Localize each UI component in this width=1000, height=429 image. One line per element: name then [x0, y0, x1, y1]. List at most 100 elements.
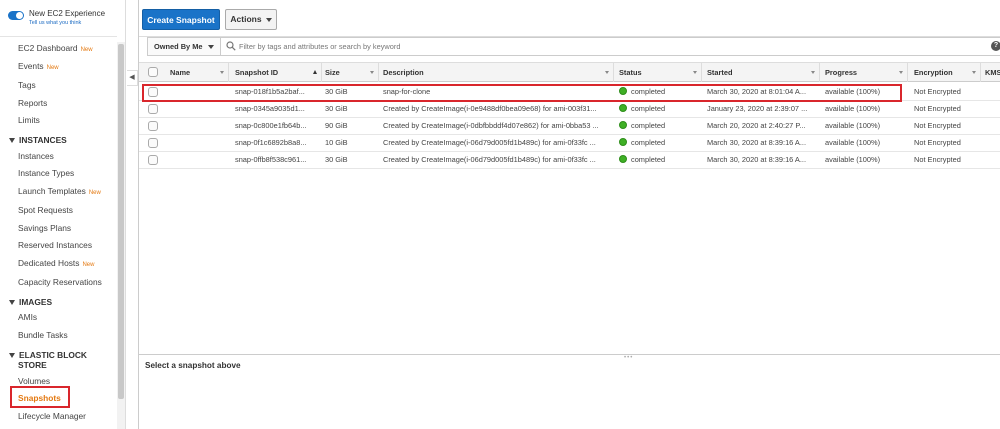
table-row[interactable]: snap-0345a9035d1... 30 GiB Created by Cr…	[139, 101, 1000, 118]
table-row[interactable]: snap-0ffb8f538c961... 30 GiB Created by …	[139, 152, 1000, 169]
section-elastic-block-store-line2: STORE	[18, 360, 47, 370]
sort-ascending-icon	[313, 70, 317, 74]
sidebar-item-reserved-instances[interactable]: Reserved Instances	[18, 240, 92, 250]
sidebar: New EC2 Experience Tell us what you thin…	[0, 0, 126, 429]
cell-snapshot-id: snap-0c800e1fb64b...	[235, 121, 307, 130]
sidebar-item-instances[interactable]: Instances	[18, 151, 54, 161]
sidebar-item-spot-requests[interactable]: Spot Requests	[18, 205, 73, 215]
table-row[interactable]: snap-0f1c6892b8a8... 10 GiB Created by C…	[139, 135, 1000, 152]
cell-size: 10 GiB	[325, 138, 348, 147]
cell-status: completed	[616, 135, 702, 151]
column-header-name[interactable]: Name	[167, 63, 229, 82]
new-badge: New	[88, 190, 101, 196]
toggle-switch-icon[interactable]	[8, 11, 24, 20]
sidebar-item-limits[interactable]: Limits	[18, 115, 40, 125]
create-snapshot-button[interactable]: Create Snapshot	[142, 9, 220, 30]
section-elastic-block-store[interactable]: ELASTIC BLOCK	[9, 350, 87, 360]
table-row[interactable]: snap-0c800e1fb64b... 90 GiB Created by C…	[139, 118, 1000, 135]
sidebar-item-ec2-dashboard[interactable]: EC2 Dashboard New	[18, 43, 93, 55]
collapse-sidebar-icon[interactable]: ◀	[127, 70, 138, 86]
sort-icon	[899, 71, 903, 74]
actions-button[interactable]: Actions	[225, 9, 277, 30]
cell-description: Created by CreateImage(i-0e9488df0bea09e…	[383, 104, 597, 113]
sidebar-item-amis[interactable]: AMIs	[18, 312, 37, 322]
column-header-kms[interactable]: KMS	[982, 63, 1000, 82]
sidebar-scrollbar[interactable]	[117, 42, 125, 429]
row-checkbox[interactable]	[148, 121, 158, 131]
table-header: Name Snapshot ID Size Description Status…	[139, 62, 1000, 82]
sort-icon	[972, 71, 976, 74]
cell-name	[167, 152, 229, 168]
collapse-triangle-icon	[9, 353, 15, 359]
cell-started: January 23, 2020 at 2:39:07 ...	[707, 104, 808, 113]
highlight-box-snapshot-row	[142, 84, 902, 102]
new-badge: New	[82, 262, 95, 268]
sidebar-item-bundle-tasks[interactable]: Bundle Tasks	[18, 330, 68, 340]
column-header-started[interactable]: Started	[704, 63, 820, 82]
cell-started: March 30, 2020 at 8:39:16 A...	[707, 138, 807, 147]
details-pane-divider[interactable]	[139, 354, 1000, 355]
section-images[interactable]: IMAGES	[9, 297, 52, 307]
row-checkbox[interactable]	[148, 155, 158, 165]
cell-size: 90 GiB	[325, 121, 348, 130]
row-checkbox[interactable]	[148, 138, 158, 148]
resize-handle-icon[interactable]: •••	[624, 355, 633, 361]
select-all-checkbox[interactable]	[148, 67, 158, 77]
cell-description: Created by CreateImage(i-0dbfbbddf4d07e8…	[383, 121, 599, 130]
cell-snapshot-id: snap-0f1c6892b8a8...	[235, 138, 307, 147]
sidebar-item-events[interactable]: Events New	[18, 61, 59, 73]
cell-started: March 20, 2020 at 2:40:27 P...	[707, 121, 806, 130]
sidebar-item-reports[interactable]: Reports	[18, 98, 47, 108]
cell-encryption: Not Encrypted	[914, 87, 961, 96]
sidebar-item-tags[interactable]: Tags	[18, 80, 36, 90]
chevron-down-icon	[208, 45, 215, 50]
sidebar-divider	[0, 36, 117, 37]
row-checkbox[interactable]	[148, 104, 158, 114]
cell-description: Created by CreateImage(i-06d79d005fd1b48…	[383, 138, 596, 147]
owned-by-dropdown[interactable]: Owned By Me	[148, 38, 221, 55]
cell-progress: available (100%)	[825, 104, 881, 113]
cell-description: Created by CreateImage(i-06d79d005fd1b48…	[383, 155, 596, 164]
sidebar-item-capacity-reservations[interactable]: Capacity Reservations	[18, 277, 102, 287]
sidebar-item-lifecycle-manager[interactable]: Lifecycle Manager	[18, 411, 86, 421]
column-header-size[interactable]: Size	[322, 63, 379, 82]
new-badge: New	[80, 47, 93, 53]
new-badge: New	[46, 65, 59, 71]
sort-icon	[693, 71, 697, 74]
scrollbar-thumb[interactable]	[118, 44, 124, 399]
status-ok-icon	[619, 104, 627, 112]
sort-icon	[220, 71, 224, 74]
cell-progress: available (100%)	[825, 155, 881, 164]
cell-encryption: Not Encrypted	[914, 121, 961, 130]
column-header-encryption[interactable]: Encryption	[911, 63, 981, 82]
column-header-description[interactable]: Description	[380, 63, 614, 82]
sidebar-item-dedicated-hosts[interactable]: Dedicated Hosts New	[18, 258, 94, 270]
column-header-status[interactable]: Status	[616, 63, 702, 82]
sidebar-item-savings-plans[interactable]: Savings Plans	[18, 223, 71, 233]
sidebar-item-volumes[interactable]: Volumes	[18, 376, 50, 386]
status-ok-icon	[619, 155, 627, 163]
cell-started: March 30, 2020 at 8:39:16 A...	[707, 155, 807, 164]
cell-encryption: Not Encrypted	[914, 155, 961, 164]
cell-status: completed	[616, 152, 702, 168]
cell-name	[167, 118, 229, 134]
column-header-snapshot-id[interactable]: Snapshot ID	[232, 63, 322, 82]
highlight-box-snapshots	[10, 386, 70, 408]
new-experience-toggle[interactable]: New EC2 Experience Tell us what you thin…	[8, 9, 105, 27]
main-panel: Create Snapshot Actions Owned By Me ? Na…	[138, 0, 1000, 429]
filter-bar: Owned By Me	[147, 37, 1000, 56]
search-input[interactable]	[239, 39, 979, 54]
section-instances[interactable]: INSTANCES	[9, 135, 67, 145]
cell-size: 30 GiB	[325, 155, 348, 164]
status-ok-icon	[619, 121, 627, 129]
sidebar-item-launch-templates[interactable]: Launch Templates New	[18, 186, 101, 198]
chevron-down-icon	[265, 17, 272, 22]
details-empty-message: Select a snapshot above	[145, 361, 241, 370]
cell-status: completed	[616, 118, 702, 134]
feedback-link[interactable]: Tell us what you think	[29, 19, 105, 27]
cell-encryption: Not Encrypted	[914, 104, 961, 113]
sidebar-item-instance-types[interactable]: Instance Types	[18, 168, 74, 178]
help-icon[interactable]: ?	[991, 41, 1000, 51]
collapse-triangle-icon	[9, 138, 15, 144]
column-header-progress[interactable]: Progress	[822, 63, 908, 82]
